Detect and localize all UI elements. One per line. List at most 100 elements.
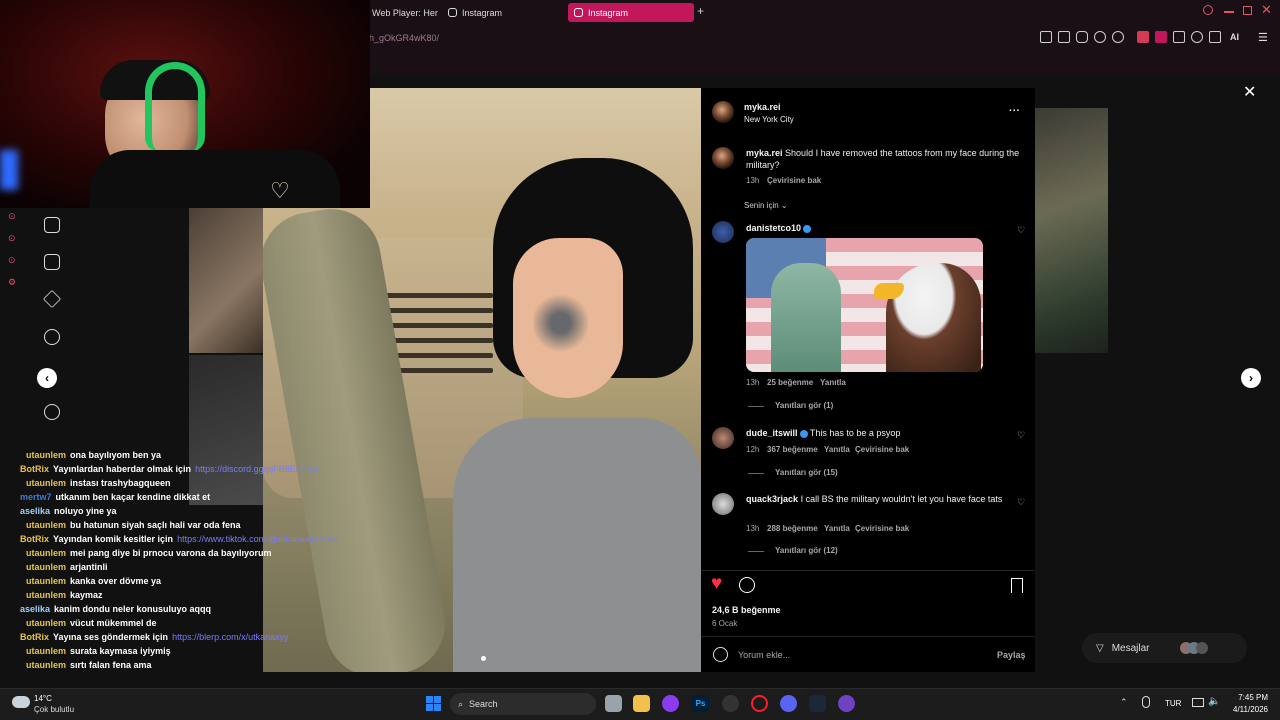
- puzzle-icon[interactable]: [1173, 31, 1185, 43]
- clock-date[interactable]: 4/11/2026: [1226, 705, 1268, 714]
- profile-icon[interactable]: [1191, 31, 1203, 43]
- view-replies-button[interactable]: Yanıtları gör (12): [775, 546, 838, 555]
- taskbar-search[interactable]: ⌕ Search: [450, 693, 596, 715]
- post-location[interactable]: New York City: [744, 115, 794, 124]
- comment-like-icon[interactable]: ♡: [1017, 226, 1025, 235]
- play-icon[interactable]: [1094, 31, 1106, 43]
- discord-icon[interactable]: [780, 695, 797, 712]
- chat-username[interactable]: utaunlem: [26, 616, 66, 630]
- chat-link[interactable]: https://blerp.com/x/utkanaxyy: [172, 630, 289, 644]
- comment-likes[interactable]: 367 beğenme: [767, 445, 818, 454]
- explore-icon[interactable]: [44, 329, 60, 345]
- reply-button[interactable]: Yanıtla: [824, 524, 850, 533]
- comment-input[interactable]: Yorum ekle...: [738, 650, 790, 660]
- author-username[interactable]: myka.rei: [744, 102, 781, 112]
- comment-avatar[interactable]: [712, 493, 734, 515]
- more-options-icon[interactable]: ...: [1009, 103, 1020, 114]
- chat-username[interactable]: BotRix: [20, 462, 49, 476]
- next-post-button[interactable]: ›: [1241, 368, 1261, 388]
- language-indicator[interactable]: TUR: [1165, 699, 1181, 708]
- save-bookmark-icon[interactable]: [1011, 578, 1023, 593]
- file-explorer-icon[interactable]: [633, 695, 650, 712]
- close-modal-icon[interactable]: ✕: [1243, 82, 1256, 102]
- likes-count[interactable]: 24,6 B beğenme: [712, 605, 781, 615]
- chat-username[interactable]: utaunlem: [26, 476, 66, 490]
- screenshot-icon[interactable]: [1058, 31, 1070, 43]
- notifications-icon[interactable]: [44, 404, 60, 420]
- comment-like-icon[interactable]: ♡: [1017, 431, 1025, 440]
- translate-link[interactable]: Çevirisine bak: [855, 445, 909, 454]
- comment-username[interactable]: danistetco10: [746, 223, 812, 233]
- extension-icon[interactable]: [1155, 31, 1167, 43]
- chat-username[interactable]: utaunlem: [26, 546, 66, 560]
- steam-client-icon[interactable]: [809, 695, 826, 712]
- maximize-icon[interactable]: [1243, 6, 1252, 15]
- bookmark-icon[interactable]: [1040, 31, 1052, 43]
- chat-username[interactable]: utaunlem: [26, 448, 66, 462]
- chat-username[interactable]: utaunlem: [26, 588, 66, 602]
- comment-image[interactable]: [746, 238, 983, 372]
- reels-icon[interactable]: [44, 254, 60, 270]
- clock-time[interactable]: 7:45 PM: [1232, 693, 1268, 702]
- translate-link[interactable]: Çevirisine bak: [767, 176, 821, 185]
- tray-chevron-icon[interactable]: ⌃: [1120, 697, 1128, 708]
- caption-avatar[interactable]: [712, 147, 734, 169]
- post-comment-button[interactable]: Paylaş: [997, 650, 1026, 660]
- like-heart-icon[interactable]: ♥: [711, 574, 722, 594]
- adblock-icon[interactable]: [1137, 31, 1149, 43]
- tab-instagram-active[interactable]: Instagram: [568, 3, 694, 22]
- emoji-icon[interactable]: [713, 647, 728, 662]
- chat-link[interactable]: https://www.tiktok.com/@utkanaxyy.kesit: [177, 532, 339, 546]
- network-icon[interactable]: [1192, 698, 1204, 707]
- comment-filter-dropdown[interactable]: Senin için ⌄: [744, 201, 788, 210]
- chat-username[interactable]: BotRix: [20, 630, 49, 644]
- tab-web-player[interactable]: Web Player: Her: [366, 3, 438, 22]
- chat-username[interactable]: utaunlem: [26, 560, 66, 574]
- home-icon[interactable]: [44, 217, 60, 233]
- messages-button[interactable]: ▽ Mesajlar: [1082, 633, 1247, 663]
- tab-instagram-1[interactable]: Instagram: [442, 3, 562, 22]
- comment-avatar[interactable]: [712, 427, 734, 449]
- app-icon[interactable]: [662, 695, 679, 712]
- heart-icon[interactable]: [1112, 31, 1124, 43]
- comment-avatar[interactable]: [712, 221, 734, 243]
- shield-icon[interactable]: [1076, 31, 1088, 43]
- author-avatar[interactable]: [712, 101, 734, 123]
- minimize-icon[interactable]: [1224, 11, 1234, 13]
- comment-like-icon[interactable]: ♡: [1017, 498, 1025, 507]
- volume-icon[interactable]: 🔈: [1208, 696, 1220, 707]
- prev-post-button[interactable]: ‹: [37, 368, 57, 388]
- url-bar[interactable]: h_gOkGR4wK80/: [369, 33, 439, 43]
- chat-link[interactable]: https://discord.gg/pjFB8EaPm4: [195, 462, 319, 476]
- close-window-icon[interactable]: ✕: [1261, 2, 1272, 18]
- weather-temp[interactable]: 14°C: [34, 694, 52, 703]
- comment-likes[interactable]: 25 beğenme: [767, 378, 813, 387]
- comment-likes[interactable]: 288 beğenme: [767, 524, 818, 533]
- view-replies-button[interactable]: Yanıtları gör (15): [775, 468, 838, 477]
- menu-icon[interactable]: ☰: [1258, 31, 1268, 44]
- view-replies-button[interactable]: Yanıtları gör (1): [775, 401, 833, 410]
- chat-username[interactable]: aselika: [20, 504, 50, 518]
- comment-bubble-icon[interactable]: [739, 577, 755, 593]
- chat-username[interactable]: utaunlem: [26, 574, 66, 588]
- chat-username[interactable]: mertw7: [20, 490, 52, 504]
- new-tab-button[interactable]: +: [697, 5, 704, 17]
- comment-username[interactable]: dude_itswill: [746, 428, 808, 438]
- chat-username[interactable]: utaunlem: [26, 518, 66, 532]
- windows-start-icon[interactable]: [426, 696, 441, 711]
- ai-button[interactable]: AI: [1230, 32, 1239, 42]
- microphone-icon[interactable]: [1142, 696, 1150, 708]
- weather-desc[interactable]: Çok bulutlu: [34, 705, 74, 714]
- reply-button[interactable]: Yanıtla: [824, 445, 850, 454]
- steam-icon[interactable]: [722, 695, 739, 712]
- chat-username[interactable]: BotRix: [20, 532, 49, 546]
- app-icon[interactable]: [838, 695, 855, 712]
- comment-username[interactable]: quack3rjack: [746, 494, 798, 504]
- chat-username[interactable]: aselika: [20, 602, 50, 616]
- photoshop-icon[interactable]: Ps: [692, 695, 709, 712]
- opera-gx-icon[interactable]: [751, 695, 768, 712]
- chat-username[interactable]: utaunlem: [26, 644, 66, 658]
- caption-username[interactable]: myka.rei: [746, 148, 783, 158]
- download-icon[interactable]: [1209, 31, 1221, 43]
- reply-button[interactable]: Yanıtla: [820, 378, 846, 387]
